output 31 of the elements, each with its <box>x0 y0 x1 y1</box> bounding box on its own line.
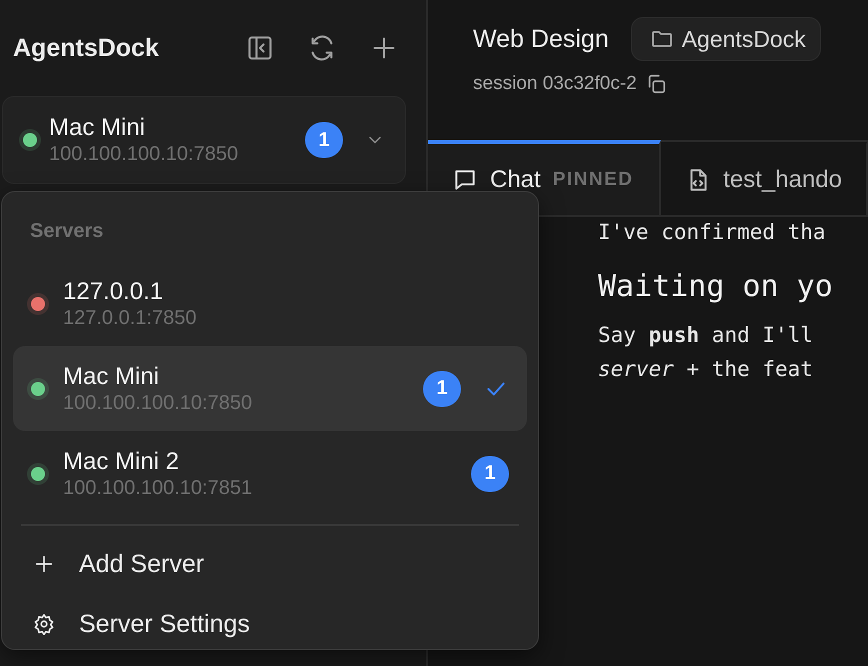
server-item[interactable]: Mac Mini 2 100.100.100.10:7851 1 <box>13 431 527 516</box>
settings-icon <box>33 613 55 635</box>
tab[interactable]: test_hando <box>661 140 868 215</box>
server-address: 100.100.100.10:7850 <box>49 142 240 166</box>
count-badge: 1 <box>423 370 461 406</box>
menu-item[interactable]: Server Settings <box>13 594 527 654</box>
server-item[interactable]: 127.0.0.1 127.0.0.1:7850 <box>13 261 527 346</box>
server-name: Mac Mini 2 <box>63 448 180 476</box>
message-text: server + the feat <box>598 356 814 383</box>
pinned-label: PINNED <box>552 168 634 190</box>
server-name: Mac Mini <box>63 362 160 390</box>
project-chip[interactable]: AgentsDock <box>630 17 821 61</box>
plus-icon <box>33 553 55 575</box>
count-badge: 1 <box>305 122 343 158</box>
count-badge: 1 <box>471 456 509 492</box>
session-title: Web Design <box>473 24 609 54</box>
server-item[interactable]: Mac Mini 100.100.100.10:7850 1 <box>13 346 527 431</box>
server-address: 100.100.100.10:7851 <box>63 476 254 500</box>
server-selector[interactable]: Mac Mini 100.100.100.10:7850 1 <box>2 96 406 184</box>
session-id: session 03c32f0c-2 <box>473 73 637 95</box>
message-heading: Waiting on yo <box>598 269 834 304</box>
message-text: Say push and I'll <box>598 322 814 349</box>
server-name: 127.0.0.1 <box>63 278 164 306</box>
collapse-sidebar-icon[interactable] <box>246 34 274 62</box>
server-name: Mac Mini <box>49 114 146 142</box>
server-address: 100.100.100.10:7850 <box>63 390 254 414</box>
message-text: I've confirmed tha <box>598 219 827 246</box>
menu-heading: Servers <box>29 219 104 244</box>
server-address: 127.0.0.1:7850 <box>63 306 198 330</box>
menu-item[interactable]: Add Server <box>13 534 527 594</box>
app-title: AgentsDock <box>13 34 159 62</box>
